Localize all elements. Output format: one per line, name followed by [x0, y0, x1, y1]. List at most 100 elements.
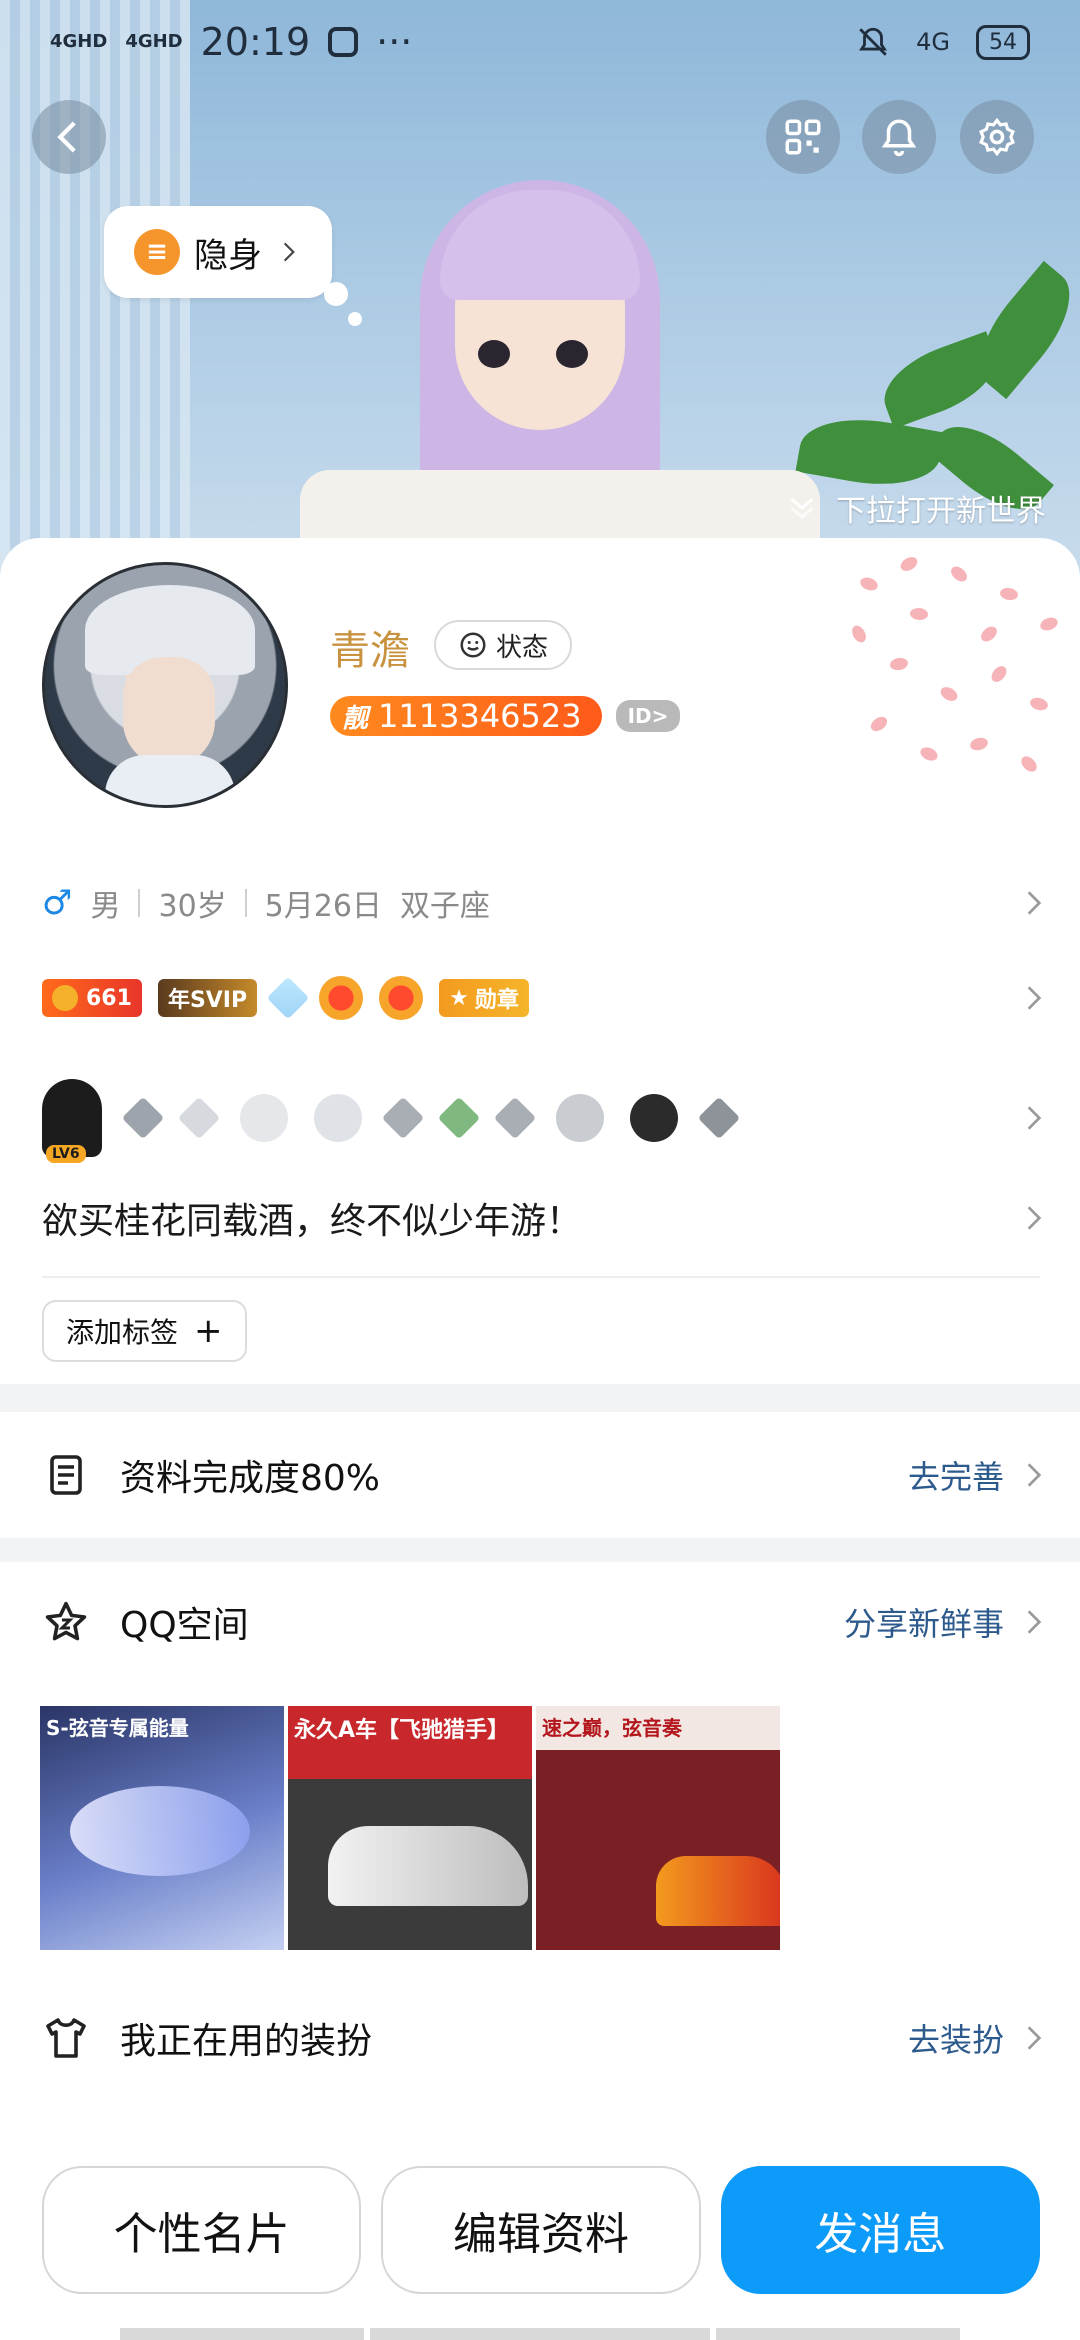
sun-level-icon [379, 976, 424, 1020]
pull-down-hint[interactable]: 下拉打开新世界 [784, 486, 1046, 530]
send-message-button[interactable]: 发消息 [720, 2166, 1040, 2294]
photo-caption: S-弦音专属能量 [46, 1716, 189, 1740]
petal-decoration [830, 538, 1080, 798]
medal-badge: ★ 勋章 [439, 979, 529, 1017]
signature-row[interactable]: 欲买桂花同载酒，终不似少年游！ [42, 1178, 1050, 1258]
qr-code-button[interactable] [766, 100, 840, 174]
chevron-right-icon [1027, 2026, 1042, 2050]
back-button[interactable] [32, 100, 106, 174]
bell-icon [881, 119, 917, 157]
chevron-right-icon [1027, 986, 1042, 1010]
signature: 欲买桂花同载酒，终不似少年游！ [42, 1201, 583, 1242]
svip-label: 年SVIP [167, 988, 248, 1013]
plant-leaf [795, 408, 945, 496]
qzone-photo-strip: S-弦音专属能量 永久A车【飞驰猎手】 速之巅，弦音奏 [40, 1706, 780, 1950]
invisible-status-label: 隐身 [194, 235, 262, 276]
status-smile-icon [460, 632, 486, 658]
completion-action-label: 去完善 [907, 1458, 1004, 1496]
mute-bell-icon [859, 27, 888, 56]
status-chip[interactable]: 状态 [434, 620, 573, 670]
bottom-action-bar: 个性名片 编辑资料 发消息 [42, 2166, 1040, 2294]
chevron-right-icon [1027, 1463, 1042, 1487]
avatar[interactable] [42, 562, 288, 808]
star-icon: ★ [449, 985, 469, 1011]
coin-icon [52, 985, 78, 1011]
qzone-action[interactable]: 分享新鲜事 [844, 1599, 1050, 1645]
profile-card-button[interactable]: 个性名片 [42, 2166, 362, 2294]
edit-profile-button[interactable]: 编辑资料 [381, 2166, 701, 2294]
vanity-tag: 靓 [342, 703, 369, 734]
avatar-shirt [105, 755, 235, 805]
plus-icon: + [194, 1311, 223, 1351]
chevron-right-icon [1027, 1610, 1042, 1634]
clock: 20:19 [200, 20, 311, 64]
double-chevron-down-icon [790, 497, 814, 519]
divider [42, 1276, 1040, 1278]
green-diamond-icon [437, 1096, 481, 1140]
dark-diamond-icon [697, 1096, 741, 1140]
nickname: 青澹 [330, 628, 410, 674]
qzone-photo[interactable]: S-弦音专属能量 [40, 1706, 284, 1950]
profile-completion-row[interactable]: 资料完成度80% 去完善 [42, 1412, 1050, 1538]
signal-indicator: 4GHD [50, 31, 108, 52]
diamond-gray-icon [177, 1096, 221, 1140]
status-menu-icon: ≡ [134, 229, 180, 275]
notifications-button[interactable] [862, 100, 936, 174]
chevron-right-icon [1027, 1206, 1042, 1230]
zodiac: 双子座 [399, 889, 490, 924]
basic-info-row[interactable]: ♂ 男 30岁 5月26日 双子座 [42, 868, 1050, 938]
pull-down-text: 下拉打开新世界 [836, 494, 1046, 529]
gender: 男 [90, 889, 121, 924]
bomb-icon [240, 1094, 288, 1142]
sun-level-icon [319, 976, 364, 1020]
qzone-label: QQ空间 [120, 1605, 249, 1646]
heart-icon [314, 1094, 362, 1142]
bubble-tail [348, 312, 362, 326]
divider [138, 889, 141, 917]
race-car-image [328, 1826, 528, 1906]
completion-action[interactable]: 去完善 [908, 1452, 1050, 1498]
add-tag-button[interactable]: 添加标签 + [42, 1300, 247, 1362]
gear-icon [979, 117, 1015, 157]
crown-icon [381, 1096, 425, 1140]
age: 30岁 [158, 889, 227, 924]
tshirt-icon [46, 2018, 86, 2058]
photo-caption: 速之巅，弦音奏 [542, 1716, 682, 1740]
settings-button[interactable] [960, 100, 1034, 174]
profile-hero-background[interactable]: 4GHD 4GHD 20:19 ··· 4G 54 ≡ 隐身 下拉打开新世界 [0, 0, 1080, 580]
coin-badge: 661 [42, 979, 142, 1017]
completion-label: 资料完成度80% [120, 1458, 381, 1499]
bubble-tail [324, 282, 348, 306]
outfit-action[interactable]: 去装扮 [908, 2015, 1050, 2061]
more-notifications: ··· [376, 20, 413, 64]
race-car-image [656, 1856, 780, 1926]
qzone-photo[interactable]: 速之巅，弦音奏 [536, 1706, 780, 1950]
divider [244, 889, 247, 917]
chevron-right-icon [1027, 1106, 1042, 1130]
crown-gray-icon [121, 1096, 165, 1140]
chevron-right-icon [283, 242, 295, 262]
scroll-indicator [370, 2328, 710, 2340]
signal-indicator: 4GHD [125, 31, 183, 52]
qq-number-row: 靓 1113346523 ID> [330, 696, 681, 736]
scroll-indicator [716, 2328, 960, 2340]
diamond-icon [266, 976, 310, 1020]
outfit-row[interactable]: 我正在用的装扮 去装扮 [42, 1978, 1050, 2098]
level-icons-row[interactable]: LV6 [42, 1068, 1050, 1168]
qzone-star-icon [45, 1601, 87, 1641]
avatar-face [123, 657, 215, 767]
male-icon: ♂ [42, 883, 73, 923]
section-gap [0, 1384, 1080, 1412]
qzone-photo[interactable]: 永久A车【飞驰猎手】 [288, 1706, 532, 1950]
qzone-action-label: 分享新鲜事 [843, 1605, 1004, 1643]
qr-code-icon [785, 119, 821, 155]
play-icon [556, 1094, 604, 1142]
qzone-row[interactable]: QQ空间 分享新鲜事 [42, 1562, 1050, 1682]
status-chip-label: 状态 [496, 632, 549, 663]
id-chip[interactable]: ID> [615, 700, 681, 732]
crown-icon [493, 1096, 537, 1140]
vanity-number-badge[interactable]: 靓 1113346523 [330, 696, 602, 736]
invisible-status-bubble[interactable]: ≡ 隐身 [104, 206, 332, 298]
level-penguin-icon: LV6 [42, 1079, 102, 1163]
vip-badges-row[interactable]: 661 年SVIP ★ 勋章 [42, 958, 1050, 1038]
